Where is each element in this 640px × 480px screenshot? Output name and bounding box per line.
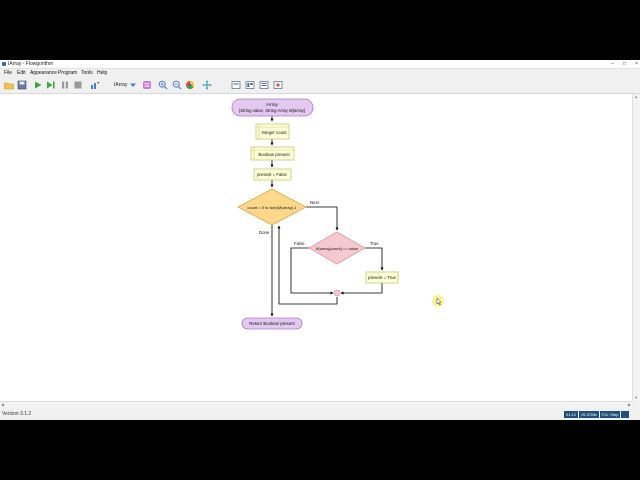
window-title: IArray - Flowgorithm <box>2 60 53 68</box>
declare-present-text: Boolean present <box>258 152 290 157</box>
menu-edit[interactable]: Edit <box>17 69 26 77</box>
function-selector[interactable]: IArray <box>114 80 127 90</box>
loop-next-connector <box>306 206 339 231</box>
start-terminal-params: (String value, String Array M)array) <box>239 108 306 113</box>
if-true-merge-connector <box>340 283 383 295</box>
start-terminal[interactable]: IArray (String value, String Array M)arr… <box>231 98 314 117</box>
layout-icon-3[interactable] <box>259 80 269 90</box>
assign-present-true-shape[interactable]: present = True <box>365 271 399 284</box>
end-terminal[interactable]: Return Boolean present <box>241 317 303 330</box>
status-time: 01:12 <box>564 411 578 418</box>
declare-count-text: Integer count <box>261 130 287 135</box>
save-icon[interactable] <box>17 80 27 90</box>
status-memory: 25.37Mb <box>579 411 599 418</box>
horizontal-scrollbar[interactable]: ◀ ▶ <box>0 401 632 408</box>
declare-present-shape[interactable]: Boolean present <box>250 146 295 161</box>
start-terminal-name: IArray <box>266 102 278 107</box>
vertical-scrollbar[interactable]: ▲ ▼ <box>632 94 640 401</box>
scroll-down-icon[interactable]: ▼ <box>634 396 638 400</box>
status-bar: Version 3.1.2 01:12 25.37Mb F11: Step <box>0 408 640 420</box>
if-true-connector <box>365 247 384 271</box>
mouse-cursor-icon <box>432 295 444 307</box>
step-icon[interactable] <box>46 80 56 90</box>
version-text: Version 3.1.2 <box>2 411 32 417</box>
menu-tools[interactable]: Tools <box>81 69 93 77</box>
close-button[interactable]: × <box>635 60 638 68</box>
menu-file[interactable]: File <box>4 69 12 77</box>
minimize-button[interactable]: – <box>611 60 614 68</box>
window-title-text: IArray - Flowgorithm <box>8 61 54 67</box>
if-true-label: True <box>370 241 379 246</box>
end-terminal-text: Return Boolean present <box>249 321 295 326</box>
app-window: IArray - Flowgorithm – □ × File Edit App… <box>0 60 640 420</box>
menu-appearance[interactable]: Appearance <box>30 69 57 77</box>
menu-bar: File Edit Appearance Program Tools Help <box>0 69 640 77</box>
scroll-right-icon[interactable]: ▶ <box>628 403 631 407</box>
menu-help[interactable]: Help <box>97 69 107 77</box>
layout-icon-1[interactable] <box>231 80 241 90</box>
console-icon[interactable] <box>142 80 152 90</box>
layout-icon-2[interactable] <box>245 80 255 90</box>
assign-present-true-text: present = True <box>368 275 396 280</box>
assign-present-false-text: present = False <box>257 172 287 177</box>
window-controls: – □ × <box>611 60 638 68</box>
stop-icon[interactable] <box>73 80 83 90</box>
pause-icon[interactable] <box>60 80 70 90</box>
run-icon[interactable] <box>33 80 43 90</box>
if-merge-point <box>333 289 341 297</box>
for-loop-text: count = 0 to size(M)array)-1 <box>247 205 297 210</box>
declare-count-shape[interactable]: Integer count <box>255 123 290 140</box>
title-bar: IArray - Flowgorithm – □ × <box>0 60 640 69</box>
chevron-down-icon[interactable] <box>128 80 138 90</box>
zoom-out-icon[interactable] <box>172 80 182 90</box>
maximize-button[interactable]: □ <box>623 60 626 68</box>
layout-icon-4[interactable] <box>273 80 283 90</box>
zoom-in-icon[interactable] <box>158 80 168 90</box>
if-false-label: False <box>294 241 305 246</box>
color-icon[interactable] <box>185 80 195 90</box>
assign-present-false-shape[interactable]: present = False <box>253 168 292 181</box>
loop-next-label: Next <box>310 200 320 205</box>
if-condition-text: M)array[count] == value <box>316 246 359 251</box>
scroll-up-icon[interactable]: ▲ <box>634 95 638 99</box>
variable-watch-icon[interactable] <box>90 80 100 90</box>
menu-program[interactable]: Program <box>58 69 77 77</box>
if-decision-shape[interactable]: M)array[count] == value <box>308 231 366 265</box>
scroll-left-icon[interactable]: ◀ <box>1 403 4 407</box>
status-shortcut: F11: Step <box>600 411 620 418</box>
app-logo-icon <box>2 61 6 66</box>
flowchart-canvas[interactable]: IArray (String value, String Array M)arr… <box>0 94 632 401</box>
move-icon[interactable] <box>202 80 212 90</box>
loop-done-label: Done <box>259 230 270 235</box>
open-folder-icon[interactable] <box>4 80 14 90</box>
status-extra <box>621 411 629 418</box>
toolbar: IArray <box>0 78 640 94</box>
for-loop-shape[interactable]: count = 0 to size(M)array)-1 <box>237 188 307 226</box>
flowchart-diagram: IArray (String value, String Array M)arr… <box>231 98 444 330</box>
